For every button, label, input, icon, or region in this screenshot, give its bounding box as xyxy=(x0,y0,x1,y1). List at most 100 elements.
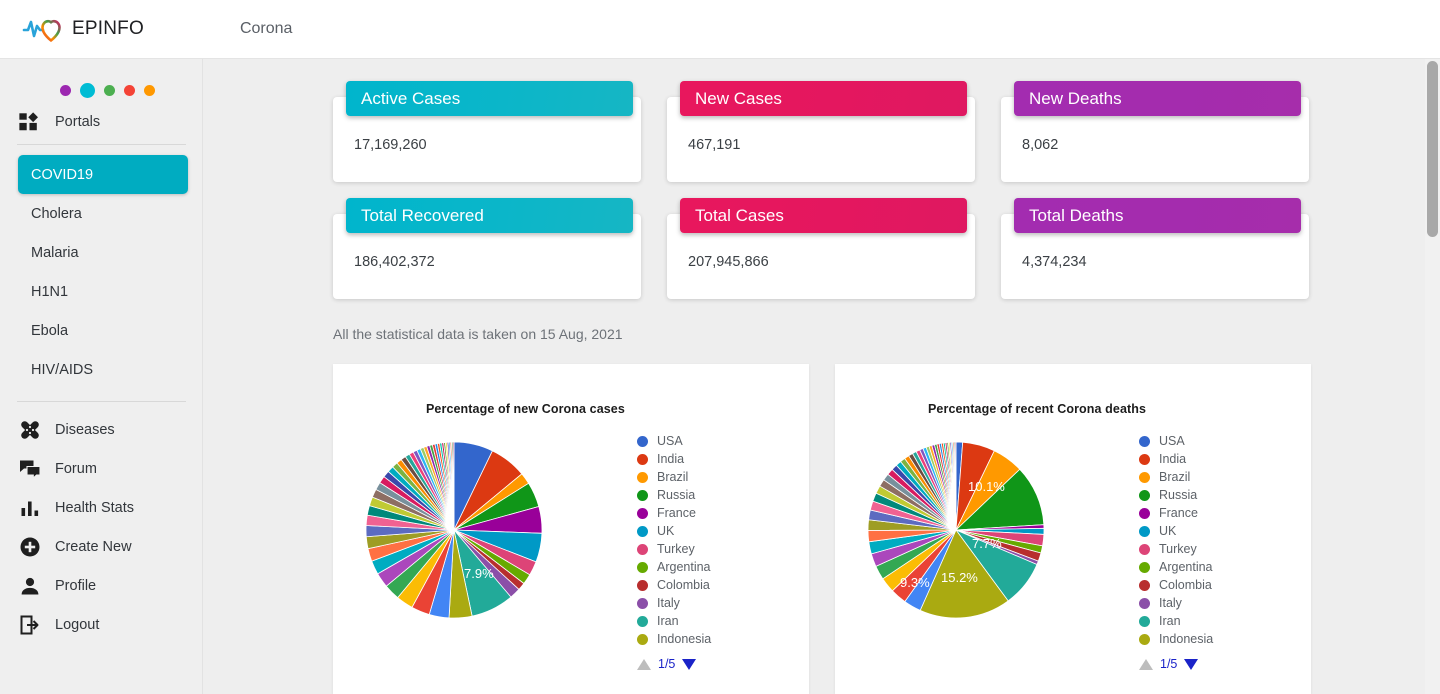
legend-item[interactable]: USA xyxy=(1139,432,1289,450)
menu-label: Health Stats xyxy=(55,499,134,516)
stat-card-new-deaths[interactable]: New Deaths 8,062 xyxy=(1001,81,1309,182)
legend-item[interactable]: Brazil xyxy=(637,468,787,486)
legend-label: Turkey xyxy=(1159,542,1197,556)
legend-swatch xyxy=(637,615,648,627)
brand[interactable]: EPINFO xyxy=(22,13,144,45)
legend-item[interactable]: Argentina xyxy=(1139,558,1289,576)
legend-swatch xyxy=(1139,633,1150,645)
stat-card-title: Total Deaths xyxy=(1014,198,1301,233)
stat-card-title: Total Cases xyxy=(680,198,967,233)
legend-swatch xyxy=(1139,471,1150,483)
legend-item[interactable]: France xyxy=(1139,504,1289,522)
legend-item[interactable]: Russia xyxy=(1139,486,1289,504)
stat-card-total-deaths[interactable]: Total Deaths 4,374,234 xyxy=(1001,198,1309,299)
page-scrollbar[interactable] xyxy=(1425,59,1440,694)
legend-item[interactable]: USA xyxy=(637,432,787,450)
legend-item[interactable]: UK xyxy=(637,522,787,540)
legend-swatch xyxy=(637,597,648,609)
triangle-down-icon[interactable] xyxy=(1184,658,1199,670)
triangle-up-icon[interactable] xyxy=(1139,658,1153,670)
legend-label: Iran xyxy=(657,614,679,628)
legend-swatch xyxy=(637,579,648,591)
legend-item[interactable]: Indonesia xyxy=(637,630,787,648)
sidebar-item-forum[interactable]: Forum xyxy=(0,449,202,488)
stat-card-value: 8,062 xyxy=(1022,137,1059,153)
legend-item[interactable]: India xyxy=(1139,450,1289,468)
legend-item[interactable]: Iran xyxy=(1139,612,1289,630)
legend-swatch xyxy=(637,561,648,573)
person-icon xyxy=(21,577,39,594)
legend-item[interactable]: Colombia xyxy=(1139,576,1289,594)
stat-card-title: New Cases xyxy=(680,81,967,116)
sidebar-item-covid19[interactable]: COVID19 xyxy=(18,155,188,194)
legend-label: Russia xyxy=(1159,488,1198,502)
legend-label: UK xyxy=(1159,524,1177,538)
sidebar-item-cholera[interactable]: Cholera xyxy=(18,194,188,233)
legend-item[interactable]: Italy xyxy=(637,594,787,612)
legend-item[interactable]: France xyxy=(637,504,787,522)
sidebar-item-h1n1[interactable]: H1N1 xyxy=(18,272,188,311)
sidebar-item-health-stats[interactable]: Health Stats xyxy=(0,488,202,527)
legend-label: Indonesia xyxy=(657,632,712,646)
legend-item[interactable]: Argentina xyxy=(637,558,787,576)
legend-page-indicator: 1/5 xyxy=(658,657,676,671)
legend-page-indicator: 1/5 xyxy=(1160,657,1178,671)
stat-card-value: 467,191 xyxy=(688,137,741,153)
legend-item[interactable]: Russia xyxy=(637,486,787,504)
portal-label: Cholera xyxy=(31,205,82,222)
legend-swatch xyxy=(637,471,648,483)
legend-item[interactable]: Colombia xyxy=(637,576,787,594)
legend-label: Turkey xyxy=(657,542,695,556)
stat-card-new-cases[interactable]: New Cases 467,191 xyxy=(667,81,975,182)
portal-label: H1N1 xyxy=(31,283,69,300)
chart-title: Percentage of new Corona cases xyxy=(426,402,625,416)
legend-label: France xyxy=(1159,506,1198,520)
sidebar-item-create-new[interactable]: Create New xyxy=(0,527,202,566)
menu-label: Logout xyxy=(55,616,100,633)
triangle-up-icon[interactable] xyxy=(637,658,651,670)
triangle-down-icon[interactable] xyxy=(682,658,697,670)
legend-item[interactable]: Turkey xyxy=(1139,540,1289,558)
legend-label: Argentina xyxy=(1159,560,1213,574)
legend-item[interactable]: India xyxy=(637,450,787,468)
legend-item[interactable]: Turkey xyxy=(637,540,787,558)
legend-pager: 1/5 xyxy=(637,657,787,671)
legend-item[interactable]: Brazil xyxy=(1139,468,1289,486)
sidebar-item-malaria[interactable]: Malaria xyxy=(18,233,188,272)
legend-label: India xyxy=(1159,452,1187,466)
legend-swatch xyxy=(1139,453,1150,465)
portal-label: Malaria xyxy=(31,244,79,261)
pie-chart-recent-deaths[interactable]: 10.1% 7.7% 15.2% 9.3% xyxy=(866,440,1046,620)
legend-label: Russia xyxy=(657,488,696,502)
stat-cards-grid: Active Cases 17,169,260 New Cases 467,19… xyxy=(204,59,1440,299)
stat-card-total-recovered[interactable]: Total Recovered 186,402,372 xyxy=(333,198,641,299)
stat-card-total-cases[interactable]: Total Cases 207,945,866 xyxy=(667,198,975,299)
brand-name: EPINFO xyxy=(72,18,144,39)
scrollbar-thumb[interactable] xyxy=(1427,61,1438,237)
sidebar-item-profile[interactable]: Profile xyxy=(0,566,202,605)
bandage-icon xyxy=(21,420,39,439)
portal-label: Ebola xyxy=(31,322,69,339)
legend-label: Colombia xyxy=(1159,578,1212,592)
stat-card-active-cases[interactable]: Active Cases 17,169,260 xyxy=(333,81,641,182)
legend-swatch xyxy=(637,435,648,447)
legend-label: Colombia xyxy=(657,578,710,592)
legend-label: Italy xyxy=(657,596,680,610)
sidebar-item-hivaids[interactable]: HIV/AIDS xyxy=(18,350,188,389)
portals-label: Portals xyxy=(55,114,101,130)
logout-arrow-icon xyxy=(20,615,39,634)
legend-item[interactable]: Indonesia xyxy=(1139,630,1289,648)
legend-swatch xyxy=(1139,561,1150,573)
legend-item[interactable]: Italy xyxy=(1139,594,1289,612)
legend-item[interactable]: Iran xyxy=(637,612,787,630)
stat-card-value: 186,402,372 xyxy=(354,254,435,270)
menu-label: Create New xyxy=(55,538,132,555)
sidebar-item-logout[interactable]: Logout xyxy=(0,605,202,644)
topnav-item-corona[interactable]: Corona xyxy=(240,20,292,38)
sidebar-item-ebola[interactable]: Ebola xyxy=(18,311,188,350)
chart-legend-new-cases: USA India Brazil Russia France UK Turkey… xyxy=(637,432,787,671)
sidebar-item-diseases[interactable]: Diseases xyxy=(0,410,202,449)
pie-chart-new-cases[interactable]: 7.9% xyxy=(364,440,544,620)
legend-label: Brazil xyxy=(657,470,689,484)
legend-item[interactable]: UK xyxy=(1139,522,1289,540)
